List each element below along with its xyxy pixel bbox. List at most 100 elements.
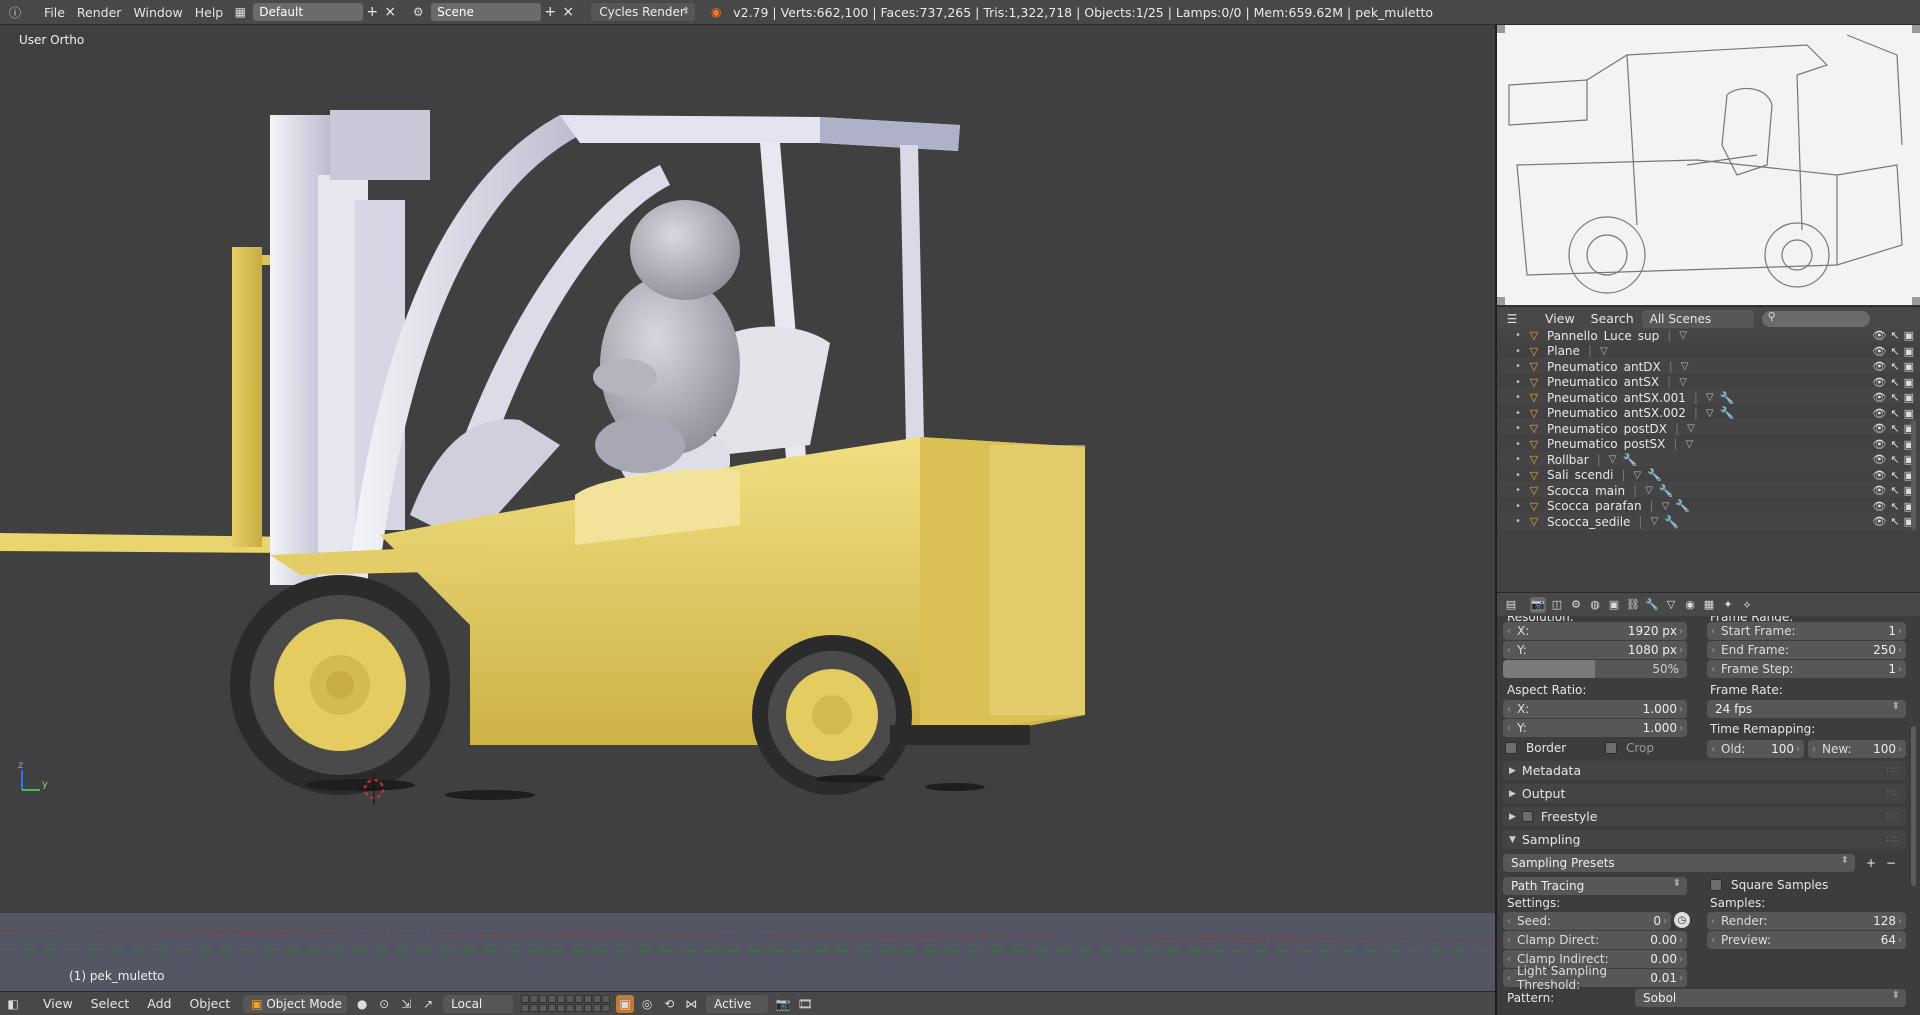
- properties-scrollbar[interactable]: [1911, 726, 1916, 886]
- add-scene-button[interactable]: +: [541, 3, 559, 21]
- reference-image-viewer[interactable]: [1497, 25, 1920, 305]
- drag-grip-icon[interactable]: ∷∷: [1887, 835, 1900, 845]
- menu-view[interactable]: View: [34, 996, 82, 1011]
- outliner-item-name[interactable]: Scocca_main: [1547, 484, 1625, 498]
- texture-tab-icon[interactable]: ▦: [1701, 597, 1717, 613]
- mesh-data-icon[interactable]: ▽: [1633, 470, 1641, 481]
- remove-scene-button[interactable]: ×: [559, 3, 577, 21]
- crop-checkbox-box[interactable]: [1605, 742, 1617, 754]
- material-tab-icon[interactable]: ◉: [1682, 597, 1698, 613]
- menu-object[interactable]: Object: [180, 996, 239, 1011]
- visibility-eye-icon[interactable]: 👁: [1872, 360, 1886, 373]
- selectable-cursor-icon[interactable]: ↖: [1890, 360, 1899, 373]
- start-frame-field[interactable]: Start Frame: 1: [1707, 622, 1906, 640]
- visibility-eye-icon[interactable]: 👁: [1872, 422, 1886, 435]
- visibility-eye-icon[interactable]: 👁: [1872, 438, 1886, 451]
- sampling-panel-header[interactable]: ▼ Sampling ∷∷: [1503, 830, 1906, 849]
- scene-field[interactable]: Scene: [431, 3, 542, 21]
- snap-icon[interactable]: ⟲: [660, 995, 678, 1013]
- crop-checkbox[interactable]: Crop: [1605, 741, 1654, 755]
- selectable-cursor-icon[interactable]: ↖: [1890, 407, 1899, 420]
- modifiers-tab-icon[interactable]: 🔧: [1644, 597, 1660, 613]
- remove-layout-button[interactable]: ×: [381, 3, 399, 21]
- render-tab-icon[interactable]: 📷: [1530, 596, 1546, 613]
- modifier-wrench-icon[interactable]: 🔧: [1664, 515, 1679, 529]
- time-remap-old-field[interactable]: Old: 100: [1707, 740, 1804, 758]
- pivot-point-icon[interactable]: ⊙: [375, 995, 393, 1013]
- visibility-eye-icon[interactable]: 👁: [1872, 469, 1886, 482]
- properties-editor-icon[interactable]: ▤: [1503, 597, 1519, 613]
- square-samples-checkbox[interactable]: Square Samples: [1710, 878, 1828, 892]
- expand-icon[interactable]: •: [1515, 470, 1527, 481]
- viewport-shading-icon[interactable]: ●: [353, 995, 371, 1013]
- menu-select[interactable]: Select: [82, 996, 139, 1011]
- integrator-select[interactable]: Path Tracing: [1503, 877, 1687, 895]
- light-sampling-threshold-field[interactable]: Light Sampling Threshold: 0.01: [1503, 964, 1687, 992]
- physics-tab-icon[interactable]: ⟡: [1739, 597, 1755, 613]
- resolution-percentage-slider[interactable]: 50%: [1503, 660, 1687, 678]
- render-camera-icon[interactable]: ▣: [1904, 330, 1914, 342]
- outliner-list[interactable]: • ▽ Pannello_Luce_sup | ▽ 👁 ↖ ▣ • ▽ Plane | ▽ 👁 ↖ ▣ • ▽ Pn…: [1497, 330, 1920, 592]
- visibility-eye-icon[interactable]: 👁: [1872, 453, 1886, 466]
- 3d-viewport[interactable]: z y User Ortho (1) pek_muletto: [0, 25, 1495, 991]
- outliner-item-name[interactable]: Rollbar: [1547, 453, 1589, 467]
- selectable-cursor-icon[interactable]: ↖: [1890, 376, 1899, 389]
- selectable-cursor-icon[interactable]: ↖: [1890, 438, 1899, 451]
- menu-render[interactable]: Render: [71, 0, 128, 25]
- mesh-data-icon[interactable]: ▽: [1609, 454, 1617, 465]
- render-engine-select[interactable]: Cycles Render: [591, 3, 696, 21]
- preview-samples-field[interactable]: Preview: 64: [1707, 931, 1906, 949]
- modifier-wrench-icon[interactable]: 🔧: [1720, 391, 1735, 405]
- expand-icon[interactable]: •: [1515, 346, 1527, 357]
- expand-icon[interactable]: •: [1515, 423, 1527, 434]
- visibility-eye-icon[interactable]: 👁: [1872, 407, 1886, 420]
- mode-select[interactable]: ▣ Object Mode: [243, 994, 348, 1013]
- mesh-data-icon[interactable]: ▽: [1600, 346, 1608, 357]
- outliner-scrollbar[interactable]: [1911, 420, 1916, 530]
- menu-file[interactable]: File: [38, 0, 71, 25]
- layer-buttons[interactable]: [521, 995, 611, 1012]
- snap-target-select[interactable]: Active: [706, 994, 769, 1013]
- expand-icon[interactable]: •: [1515, 454, 1527, 465]
- scene-icon[interactable]: ⚙: [409, 3, 427, 21]
- modifier-wrench-icon[interactable]: 🔧: [1647, 468, 1662, 482]
- expand-icon[interactable]: •: [1515, 516, 1527, 527]
- mesh-data-icon[interactable]: ▽: [1681, 361, 1689, 372]
- drag-grip-icon[interactable]: ∷∷: [1887, 812, 1900, 822]
- modifier-wrench-icon[interactable]: 🔧: [1659, 484, 1674, 498]
- lock-layers-icon[interactable]: ▣: [616, 994, 635, 1013]
- outliner-row[interactable]: • ▽ Scocca_sedile | ▽ 🔧 👁 ↖ ▣: [1497, 512, 1920, 531]
- selectable-cursor-icon[interactable]: ↖: [1890, 453, 1899, 466]
- mesh-data-icon[interactable]: ▽: [1706, 392, 1714, 403]
- outliner-item-name[interactable]: Plane: [1547, 344, 1580, 358]
- data-tab-icon[interactable]: ▽: [1663, 597, 1679, 613]
- metadata-panel-header[interactable]: ▶ Metadata ∷∷: [1503, 761, 1906, 780]
- mesh-data-icon[interactable]: ▽: [1687, 423, 1695, 434]
- visibility-eye-icon[interactable]: 👁: [1872, 376, 1886, 389]
- frame-step-field[interactable]: Frame Step: 1: [1707, 660, 1906, 678]
- render-camera-icon[interactable]: ▣: [1904, 360, 1914, 373]
- visibility-eye-icon[interactable]: 👁: [1872, 515, 1886, 528]
- render-camera-icon[interactable]: ▣: [1904, 407, 1914, 420]
- expand-icon[interactable]: •: [1515, 392, 1527, 403]
- menu-add[interactable]: Add: [138, 996, 180, 1011]
- outliner-display-mode-select[interactable]: All Scenes: [1641, 309, 1754, 328]
- aspect-y-field[interactable]: Y: 1.000: [1503, 719, 1687, 737]
- render-samples-field[interactable]: Render: 128: [1707, 912, 1906, 930]
- outliner-item-name[interactable]: Pneumatico_antSX: [1547, 375, 1659, 389]
- modifier-wrench-icon[interactable]: 🔧: [1720, 406, 1735, 420]
- outliner-menu-search[interactable]: Search: [1583, 311, 1642, 326]
- visibility-eye-icon[interactable]: 👁: [1872, 330, 1886, 342]
- square-samples-checkbox-box[interactable]: [1710, 879, 1722, 891]
- opengl-render-icon[interactable]: 📷: [774, 995, 792, 1013]
- selectable-cursor-icon[interactable]: ↖: [1890, 500, 1899, 513]
- mesh-data-icon[interactable]: ▽: [1645, 485, 1653, 496]
- selectable-cursor-icon[interactable]: ↖: [1890, 391, 1899, 404]
- expand-icon[interactable]: •: [1515, 361, 1527, 372]
- outliner-search-input[interactable]: [1761, 310, 1870, 327]
- outliner-item-name[interactable]: Pneumatico_postDX: [1547, 422, 1667, 436]
- resolution-y-field[interactable]: Y: 1080 px: [1503, 641, 1687, 659]
- sampling-presets-select[interactable]: Sampling Presets: [1503, 854, 1855, 872]
- menu-help[interactable]: Help: [189, 0, 230, 25]
- mesh-data-icon[interactable]: ▽: [1706, 408, 1714, 419]
